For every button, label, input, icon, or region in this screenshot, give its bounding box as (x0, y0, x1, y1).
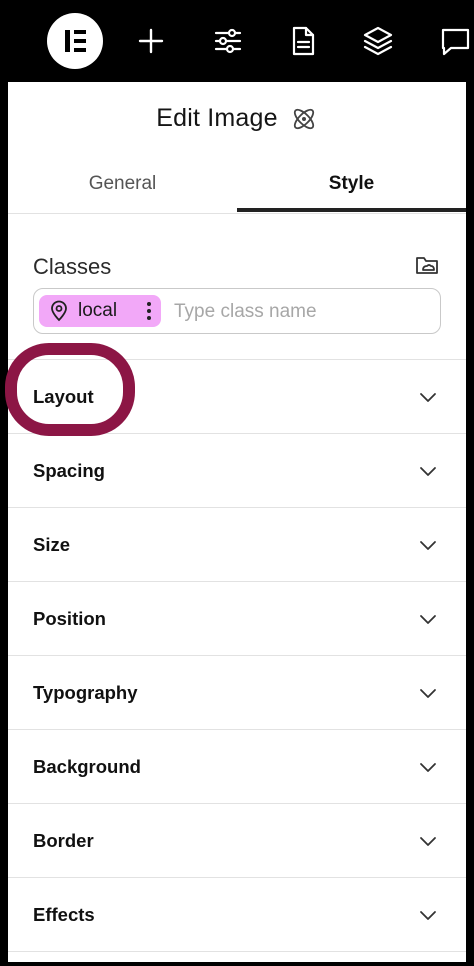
chip-label: local (78, 300, 118, 321)
chevron-down-icon (420, 763, 436, 772)
chevron-down-icon (420, 911, 436, 920)
location-pin-icon (51, 300, 67, 322)
section-label: Effects (33, 904, 95, 925)
top-toolbar (0, 0, 474, 82)
class-name-input[interactable] (174, 298, 424, 326)
section-size[interactable]: Size (8, 508, 466, 582)
section-position[interactable]: Position (8, 582, 466, 656)
section-label: Size (33, 534, 71, 555)
logo-stroke-2 (74, 39, 86, 43)
section-typography[interactable]: Typography (8, 656, 466, 730)
logo-stroke-1 (74, 30, 86, 34)
chevron-down-icon (420, 615, 436, 624)
chevron-down-icon (420, 541, 436, 550)
chevron-down-icon (420, 467, 436, 476)
class-chip-local[interactable]: local (39, 295, 161, 327)
chevron-down-icon (420, 689, 436, 698)
section-border[interactable]: Border (8, 804, 466, 878)
section-label: Position (33, 608, 106, 629)
panel-title-wrap: Edit Image (8, 104, 466, 133)
active-tab-indicator (237, 208, 466, 212)
logo-stroke-3 (74, 48, 86, 52)
section-label: Layout (33, 386, 94, 407)
panel-title: Edit Image (156, 104, 278, 132)
tab-style[interactable]: Style (237, 154, 466, 214)
chip-more-icon[interactable] (142, 299, 156, 323)
sliders-icon[interactable] (211, 24, 245, 58)
atom-icon (293, 108, 314, 129)
tab-general[interactable]: General (8, 154, 237, 214)
section-background[interactable]: Background (8, 730, 466, 804)
section-label: Background (33, 756, 141, 777)
chevron-down-icon (420, 837, 436, 846)
classes-label: Classes (33, 254, 112, 279)
section-effects[interactable]: Effects (8, 878, 466, 952)
class-selector-field[interactable]: local (33, 288, 441, 334)
section-label: Spacing (33, 460, 105, 481)
plus-icon[interactable] (134, 24, 168, 58)
panel-header: Edit Image (8, 82, 466, 154)
section-label: Border (33, 830, 94, 851)
edit-panel: Edit Image General Style Classes local T… (8, 82, 466, 962)
section-layout[interactable]: Layout (8, 360, 466, 434)
page-icon[interactable] (286, 24, 320, 58)
comment-icon[interactable] (438, 24, 472, 58)
classes-section: Classes local (8, 214, 466, 360)
elementor-logo-icon (65, 30, 70, 52)
section-label: Typography (33, 682, 138, 703)
chevron-down-icon (420, 393, 436, 402)
panel-edge-shadow (466, 632, 474, 718)
layers-icon[interactable] (361, 24, 395, 58)
section-spacing[interactable]: Spacing (8, 434, 466, 508)
elementor-logo-button[interactable] (47, 13, 103, 69)
panel-tabs: General Style (8, 154, 466, 214)
folder-cloud-icon[interactable] (414, 252, 440, 278)
